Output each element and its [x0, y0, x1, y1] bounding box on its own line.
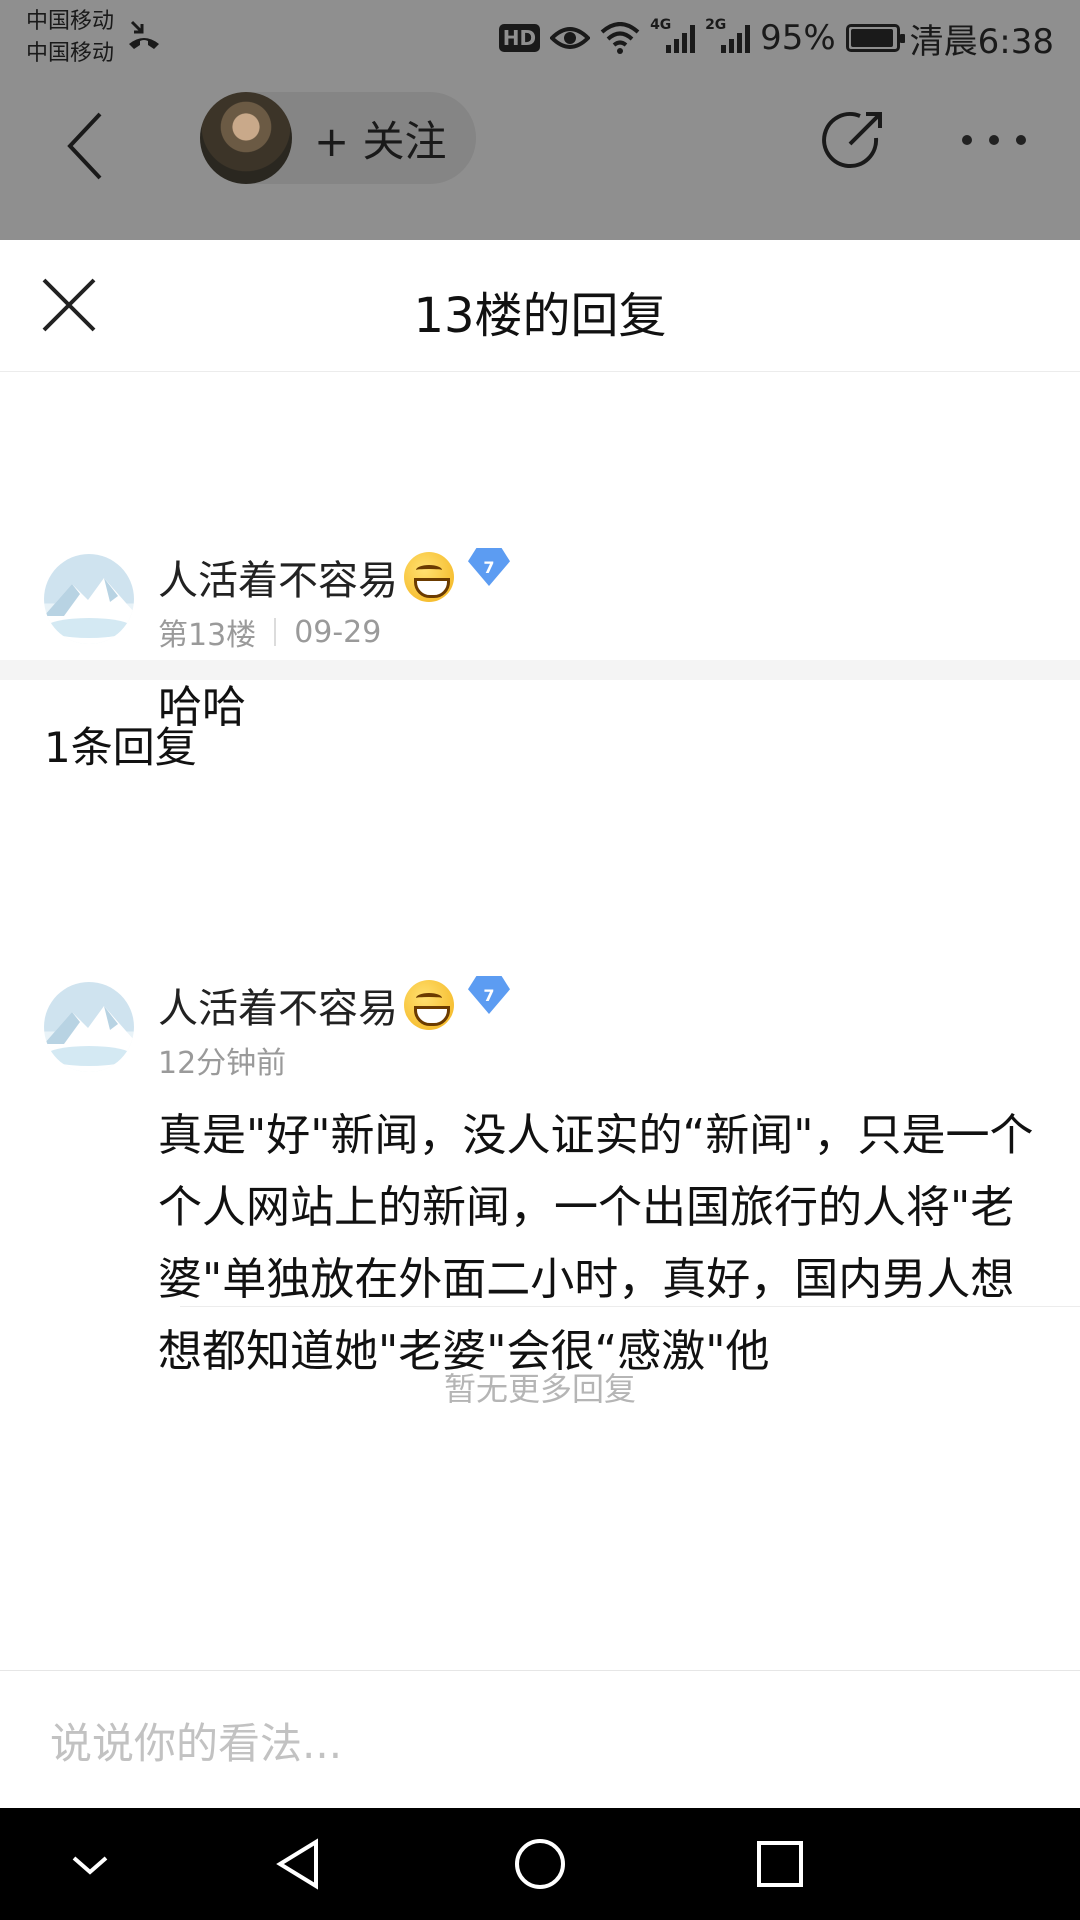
replies-sheet: 13楼的回复 人活着不容易 7 第13楼 09-29 哈哈 1条回复 人活着不容… [0, 240, 1080, 1808]
floor-label: 第13楼 [158, 618, 257, 653]
sheet-title: 13楼的回复 [413, 288, 667, 344]
missed-call-icon [129, 20, 159, 49]
carrier-1: 中国移动 [26, 9, 115, 34]
author-avatar[interactable] [200, 92, 292, 184]
status-icons: HD 4G 2G 95% 清晨6:38 [498, 14, 1054, 62]
grinning-face-emoji-icon [404, 980, 454, 1030]
reply-count: 1条回复 [44, 723, 197, 772]
reply-time: 12分钟前 [158, 1046, 287, 1081]
snow-mountain-avatar-icon [44, 578, 134, 644]
no-more-replies: 暂无更多回复 [443, 1370, 636, 1408]
avatar[interactable] [44, 554, 134, 644]
carrier-2: 中国移动 [26, 41, 115, 66]
signal-2g-icon: 2G [705, 17, 751, 53]
follow-button[interactable]: + 关注 [200, 92, 476, 184]
chevron-down-icon[interactable] [60, 1834, 120, 1894]
reply-divider [180, 1306, 1080, 1307]
signal-4g-icon: 4G [650, 17, 696, 53]
sheet-header: 13楼的回复 [0, 240, 1080, 372]
grinning-face-emoji-icon [404, 552, 454, 602]
reply-author[interactable]: 人活着不容易 7 [158, 976, 510, 1034]
signal-4g-label: 4G [650, 17, 672, 33]
battery-percent: 95% [760, 18, 836, 58]
battery-icon [845, 24, 905, 52]
follow-label: + 关注 [314, 116, 447, 166]
article-nav-bar: + 关注 [0, 78, 1080, 218]
post-date: 09-29 [294, 614, 382, 650]
eye-icon [550, 27, 591, 49]
hd-icon: HD [498, 24, 541, 52]
dimmed-page-header: 中国移动 中国移动 HD 4G 2G 95% 清晨6:38 + 关注 [0, 0, 1080, 240]
signal-2g-label: 2G [705, 17, 727, 33]
status-bar: 中国移动 中国移动 HD 4G 2G 95% 清晨6:38 [0, 0, 1080, 78]
reply-meta: 12分钟前 [158, 1038, 286, 1082]
screen: 中国移动 中国移动 HD 4G 2G 95% 清晨6:38 + 关注 13楼的回… [0, 0, 1080, 1920]
snow-mountain-avatar-icon [44, 1006, 134, 1072]
share-icon[interactable] [822, 108, 888, 174]
wifi-icon [600, 22, 640, 54]
post-meta: 第13楼 09-29 [158, 610, 381, 654]
comment-bar [0, 1670, 1080, 1808]
reply-author-name: 人活着不容易 [158, 986, 398, 1032]
post-content: 哈哈 [158, 682, 246, 733]
recents-square-icon[interactable] [750, 1834, 810, 1894]
chevron-left-icon[interactable] [56, 106, 116, 186]
carriers: 中国移动 中国移动 [26, 6, 114, 70]
clock: 清晨6:38 [909, 21, 1054, 62]
post-author-name: 人活着不容易 [158, 558, 398, 604]
level-badge: 7 [468, 976, 510, 1014]
back-triangle-icon[interactable] [270, 1834, 330, 1894]
comment-input[interactable] [50, 1713, 1030, 1773]
more-icon[interactable] [962, 128, 1026, 152]
post-author[interactable]: 人活着不容易 7 [158, 548, 510, 606]
home-circle-icon[interactable] [510, 1834, 570, 1894]
system-nav-bar [0, 1808, 1080, 1920]
level-badge: 7 [468, 548, 510, 586]
section-divider [0, 660, 1080, 680]
avatar[interactable] [44, 982, 134, 1072]
reply-content[interactable]: 真是"好"新闻，没人证实的“新闻"，只是一个个人网站上的新闻，一个出国旅行的人将… [158, 1100, 1038, 1388]
